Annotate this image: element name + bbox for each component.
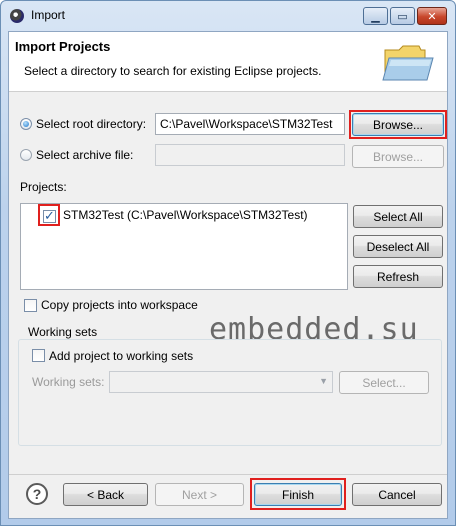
window-title: Import bbox=[31, 8, 66, 22]
chevron-down-icon: ▼ bbox=[319, 376, 328, 386]
browse-archive-button[interactable]: Browse... bbox=[352, 145, 444, 168]
copy-projects-label: Copy projects into workspace bbox=[41, 298, 198, 312]
minimize-icon: ▁ bbox=[371, 10, 380, 23]
maximize-icon: ▭ bbox=[397, 10, 408, 23]
browse-root-button[interactable]: Browse... bbox=[352, 113, 444, 136]
project-item-label: STM32Test (C:\Pavel\Workspace\STM32Test) bbox=[63, 208, 308, 222]
select-working-sets-button[interactable]: Select... bbox=[339, 371, 429, 394]
add-to-working-sets-label: Add project to working sets bbox=[49, 349, 194, 363]
projects-list[interactable]: STM32Test (C:\Pavel\Workspace\STM32Test) bbox=[20, 203, 348, 290]
working-sets-label: Working sets: bbox=[32, 375, 105, 389]
page-description: Select a directory to search for existin… bbox=[24, 64, 322, 78]
maximize-button[interactable]: ▭ bbox=[390, 7, 415, 25]
cancel-button[interactable]: Cancel bbox=[352, 483, 442, 506]
import-dialog: Import ▁ ▭ ✕ Import Projects Select a di… bbox=[0, 0, 456, 526]
finish-button[interactable]: Finish bbox=[254, 483, 342, 506]
folder-icon bbox=[382, 45, 434, 81]
footer-separator bbox=[9, 474, 447, 475]
copy-projects-checkbox[interactable] bbox=[24, 299, 37, 312]
page-title: Import Projects bbox=[15, 39, 111, 54]
back-button[interactable]: < Back bbox=[63, 483, 148, 506]
deselect-all-button[interactable]: Deselect All bbox=[353, 235, 443, 258]
close-button[interactable]: ✕ bbox=[417, 7, 447, 25]
help-icon[interactable]: ? bbox=[26, 483, 48, 505]
eclipse-icon bbox=[10, 9, 24, 23]
dialog-body: Import Projects Select a directory to se… bbox=[8, 31, 448, 519]
select-all-button[interactable]: Select All bbox=[353, 205, 443, 228]
wizard-banner: Import Projects Select a directory to se… bbox=[9, 32, 447, 92]
refresh-button[interactable]: Refresh bbox=[353, 265, 443, 288]
title-bar[interactable]: Import ▁ ▭ ✕ bbox=[1, 1, 455, 29]
minimize-button[interactable]: ▁ bbox=[363, 7, 388, 25]
archive-file-radio[interactable] bbox=[20, 149, 32, 161]
next-button[interactable]: Next > bbox=[155, 483, 244, 506]
root-directory-radio[interactable] bbox=[20, 118, 32, 130]
root-directory-label: Select root directory: bbox=[36, 117, 147, 131]
working-sets-combo[interactable]: ▼ bbox=[109, 371, 333, 393]
working-sets-group-label: Working sets bbox=[28, 325, 98, 339]
root-directory-input[interactable]: C:\Pavel\Workspace\STM32Test bbox=[155, 113, 345, 135]
project-checkbox[interactable] bbox=[43, 208, 56, 224]
archive-file-input[interactable] bbox=[155, 144, 345, 166]
add-to-working-sets-checkbox[interactable] bbox=[32, 349, 45, 362]
archive-file-label: Select archive file: bbox=[36, 148, 134, 162]
projects-label: Projects: bbox=[20, 180, 67, 194]
close-icon: ✕ bbox=[427, 10, 437, 23]
